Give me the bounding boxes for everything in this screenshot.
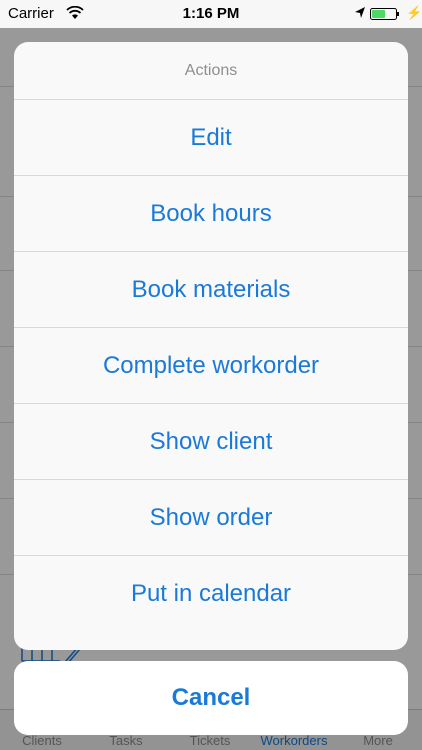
- action-complete-workorder-button[interactable]: Complete workorder: [14, 328, 408, 404]
- action-put-in-calendar-button[interactable]: Put in calendar: [14, 556, 408, 631]
- action-edit-button[interactable]: Edit: [14, 100, 408, 176]
- action-book-materials-button[interactable]: Book materials: [14, 252, 408, 328]
- action-book-hours-button[interactable]: Book hours: [14, 176, 408, 252]
- cancel-button[interactable]: Cancel: [14, 661, 408, 735]
- action-show-client-button[interactable]: Show client: [14, 404, 408, 480]
- status-bar: Carrier 1:16 PM ⚡: [0, 0, 422, 28]
- action-sheet: Actions Edit Book hours Book materials C…: [14, 42, 408, 650]
- action-sheet-title: Actions: [14, 42, 408, 100]
- battery-charging-icon: [370, 8, 399, 20]
- location-arrow-icon: [355, 7, 365, 18]
- action-show-order-button[interactable]: Show order: [14, 480, 408, 556]
- charging-bolt-icon: ⚡: [406, 5, 422, 20]
